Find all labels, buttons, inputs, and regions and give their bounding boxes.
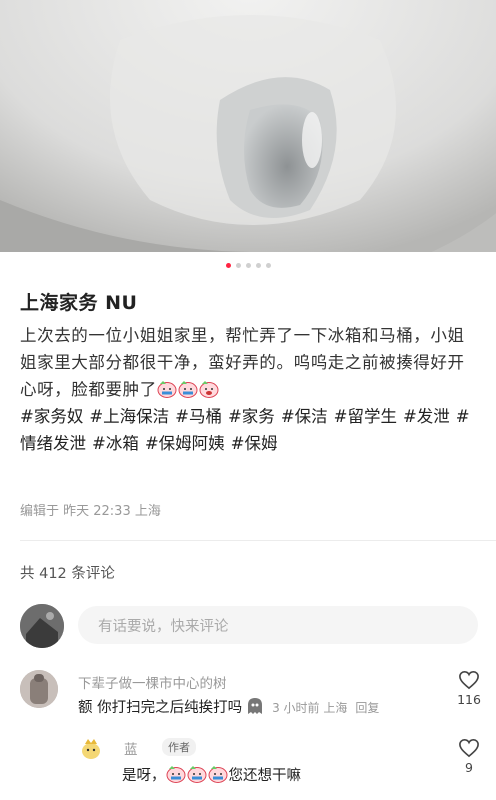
reply-button[interactable]: 回复 [355, 701, 379, 715]
post-body: 上次去的一位小姐姐家里，帮忙弄了一下冰箱和马桶，小姐姐家里大部分都很干净，蛮好弄… [20, 322, 480, 457]
like-button[interactable]: 9 [454, 738, 484, 775]
comment-count: 共 412 条评论 [20, 566, 115, 582]
comment-username[interactable]: 蓝 [124, 738, 138, 758]
like-count: 116 [457, 692, 481, 707]
hashtag-link[interactable]: #保姆阿姨 [145, 434, 225, 453]
hashtag-link[interactable]: #发泄 [403, 407, 450, 426]
post-photo[interactable] [0, 0, 496, 252]
crying-face-emoji-icon [199, 380, 220, 399]
post-meta: 编辑于 昨天 22:33 上海 [20, 504, 161, 519]
like-button[interactable]: 116 [454, 670, 484, 707]
ghost-emoji-icon [242, 698, 266, 716]
carousel-dot[interactable] [235, 263, 241, 268]
hashtag-link[interactable]: #留学生 [334, 407, 397, 426]
hashtag-link[interactable]: #家务奴 [20, 407, 83, 426]
heart-icon [454, 738, 484, 758]
comment-body: 额 你打扫完之后纯挨打吗 [78, 700, 243, 716]
crying-face-emoji-icon [178, 380, 199, 399]
crying-face-emoji-icon [166, 766, 187, 784]
crying-face-emoji-icon [208, 766, 229, 784]
hashtag-link[interactable]: #上海保洁 [89, 407, 169, 426]
post-body-text: 上次去的一位小姐姐家里，帮忙弄了一下冰箱和马桶，小姐姐家里大部分都很干净，蛮好弄… [20, 326, 465, 399]
carousel-dot[interactable] [245, 263, 251, 268]
carousel-dot[interactable] [255, 263, 261, 268]
hashtag-link[interactable]: #保洁 [281, 407, 328, 426]
comment-body-start: 是呀， [122, 768, 166, 784]
comment-input-placeholder: 有话要说，快来评论 [98, 618, 229, 635]
carousel-dot[interactable] [225, 263, 231, 268]
hashtag-link[interactable]: #家务 [228, 407, 275, 426]
heart-icon [454, 670, 484, 690]
comment-time: 3 小时前 上海 [272, 701, 348, 715]
comment-input[interactable]: 有话要说，快来评论 [78, 606, 478, 644]
avatar[interactable] [20, 604, 64, 648]
hashtag-link[interactable]: #马桶 [175, 407, 222, 426]
avatar[interactable] [20, 670, 58, 708]
comment-text: 是呀， 您还想干嘛 [122, 764, 301, 785]
avatar[interactable] [78, 736, 104, 762]
crying-face-emoji-icon [187, 766, 208, 784]
post-title: 上海家务 NU [20, 292, 138, 314]
image-carousel-indicator[interactable] [0, 263, 496, 268]
divider [20, 540, 496, 541]
hashtag-link[interactable]: #保姆 [231, 434, 278, 453]
hashtag-link[interactable]: #冰箱 [92, 434, 139, 453]
author-badge: 作者 [162, 738, 196, 756]
comment-text: 额 你打扫完之后纯挨打吗 3 小时前 上海 回复 [78, 696, 379, 717]
crying-face-emoji-icon [157, 380, 178, 399]
like-count: 9 [465, 760, 473, 775]
comment-username[interactable]: 下辈子做一棵市中心的树 [78, 672, 227, 692]
comment-body-end: 您还想干嘛 [228, 768, 302, 784]
carousel-dot[interactable] [265, 263, 271, 268]
